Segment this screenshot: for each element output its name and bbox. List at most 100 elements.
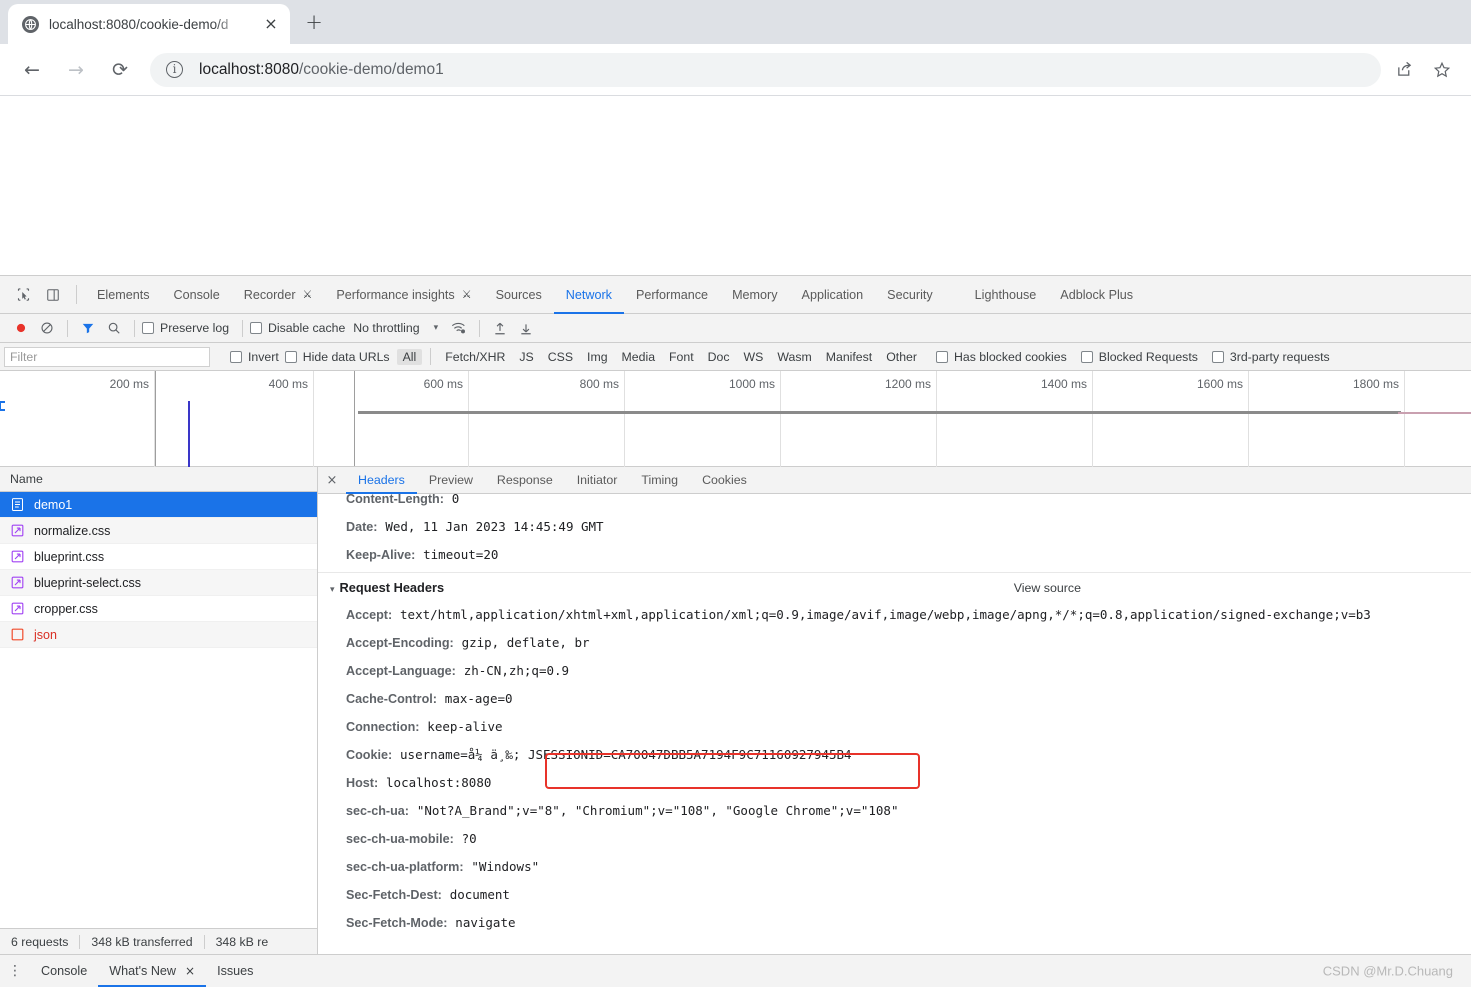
drawer-tab-whats-new[interactable]: What's New × xyxy=(98,955,206,987)
header-key: Connection: xyxy=(346,720,420,734)
filter-type-other[interactable]: Other xyxy=(880,349,923,365)
document-icon xyxy=(10,497,25,512)
request-row-json[interactable]: json xyxy=(0,622,317,648)
tab-performance-insights[interactable]: Performance insights ⚔ xyxy=(324,276,483,313)
tab-network[interactable]: Network xyxy=(553,276,625,314)
tab-elements[interactable]: Elements xyxy=(85,276,162,313)
filter-type-js[interactable]: JS xyxy=(513,349,539,365)
close-icon[interactable]: × xyxy=(262,15,280,33)
filter-funnel-icon[interactable] xyxy=(75,316,101,340)
request-row-demo1[interactable]: demo1 xyxy=(0,492,317,518)
network-conditions-icon[interactable] xyxy=(446,316,472,340)
request-row-blueprint-css[interactable]: blueprint.css xyxy=(0,544,317,570)
header-row-accept-encoding[interactable]: Accept-Encoding: gzip, deflate, br xyxy=(318,629,1471,657)
site-info-icon[interactable]: i xyxy=(166,61,183,78)
detail-tab-response[interactable]: Response xyxy=(485,467,565,493)
filter-type-doc[interactable]: Doc xyxy=(702,349,736,365)
forward-icon[interactable]: → xyxy=(60,54,92,86)
request-headers-section-title[interactable]: ▾ Request Headers View source xyxy=(318,572,1471,601)
view-source-link[interactable]: View source xyxy=(1014,581,1081,595)
throttling-select[interactable]: No throttling ▾ xyxy=(353,321,438,335)
preserve-log-checkbox[interactable]: Preserve log xyxy=(142,321,229,335)
request-row-normalize-css[interactable]: normalize.css xyxy=(0,518,317,544)
header-row[interactable]: Keep-Alive: timeout=20 xyxy=(318,541,1471,569)
new-tab-button[interactable]: + xyxy=(300,9,328,37)
header-row-host[interactable]: Host: localhost:8080 xyxy=(318,769,1471,797)
search-icon[interactable] xyxy=(101,316,127,340)
network-overview-timeline[interactable]: 200 ms 400 ms 600 ms 800 ms 1000 ms 1200… xyxy=(0,371,1471,467)
invert-checkbox[interactable]: Invert xyxy=(230,350,279,364)
filter-type-font[interactable]: Font xyxy=(663,349,700,365)
tab-sources[interactable]: Sources xyxy=(484,276,554,313)
share-icon[interactable] xyxy=(1389,55,1419,85)
request-row-cropper-css[interactable]: cropper.css xyxy=(0,596,317,622)
header-row-sec-fetch-mode[interactable]: Sec-Fetch-Mode: navigate xyxy=(318,909,1471,937)
hide-data-urls-checkbox[interactable]: Hide data URLs xyxy=(284,350,390,364)
header-row-cookie[interactable]: Cookie: username=å¼ ä¸‰; JSESSIONID=CA70… xyxy=(318,741,1471,769)
third-party-requests-checkbox[interactable]: 3rd-party requests xyxy=(1211,350,1330,364)
tab-security[interactable]: Security xyxy=(875,276,945,313)
detail-tab-initiator[interactable]: Initiator xyxy=(565,467,630,493)
has-blocked-cookies-checkbox[interactable]: Has blocked cookies xyxy=(935,350,1067,364)
request-row-blueprint-select-css[interactable]: blueprint-select.css xyxy=(0,570,317,596)
disable-cache-checkbox[interactable]: Disable cache xyxy=(250,321,345,335)
filter-type-fetch-xhr[interactable]: Fetch/XHR xyxy=(439,349,511,365)
filter-type-all[interactable]: All xyxy=(396,348,423,365)
tab-recorder[interactable]: Recorder ⚔ xyxy=(232,276,325,313)
header-row-sec-ch-ua-platform[interactable]: sec-ch-ua-platform: "Windows" xyxy=(318,853,1471,881)
filter-type-manifest[interactable]: Manifest xyxy=(820,349,878,365)
bookmark-star-icon[interactable] xyxy=(1427,55,1457,85)
tab-lighthouse[interactable]: Lighthouse xyxy=(963,276,1049,313)
filter-type-img[interactable]: Img xyxy=(581,349,614,365)
browser-tab[interactable]: localhost:8080/cookie-demo/d × xyxy=(8,4,290,44)
tab-performance[interactable]: Performance xyxy=(624,276,720,313)
filter-input[interactable]: Filter xyxy=(4,346,210,367)
blocked-requests-checkbox[interactable]: Blocked Requests xyxy=(1080,350,1198,364)
headers-content[interactable]: Content-Length: 0 Date: Wed, 11 Jan 2023… xyxy=(318,494,1471,954)
tab-application[interactable]: Application xyxy=(790,276,876,313)
detail-tab-cookies[interactable]: Cookies xyxy=(690,467,759,493)
clear-button-icon[interactable] xyxy=(34,316,60,340)
detail-tab-preview[interactable]: Preview xyxy=(417,467,485,493)
browser-tabstrip: localhost:8080/cookie-demo/d × + xyxy=(0,0,1471,44)
checkbox-box xyxy=(1080,350,1093,363)
drawer-tab-issues[interactable]: Issues xyxy=(206,955,264,987)
request-list-header[interactable]: Name xyxy=(0,467,317,492)
header-row-sec-ch-ua-mobile[interactable]: sec-ch-ua-mobile: ?0 xyxy=(318,825,1471,853)
timeline-window-grabber[interactable] xyxy=(0,401,5,411)
header-value: document xyxy=(449,887,510,902)
header-row[interactable]: Date: Wed, 11 Jan 2023 14:45:49 GMT xyxy=(318,513,1471,541)
header-row-sec-fetch-dest[interactable]: Sec-Fetch-Dest: document xyxy=(318,881,1471,909)
tab-memory[interactable]: Memory xyxy=(720,276,789,313)
detail-tab-timing[interactable]: Timing xyxy=(629,467,690,493)
header-row-cache-control[interactable]: Cache-Control: max-age=0 xyxy=(318,685,1471,713)
header-row-connection[interactable]: Connection: keep-alive xyxy=(318,713,1471,741)
record-button-icon[interactable] xyxy=(8,316,34,340)
header-row-accept-language[interactable]: Accept-Language: zh-CN,zh;q=0.9 xyxy=(318,657,1471,685)
import-har-icon[interactable] xyxy=(487,316,513,340)
export-har-icon[interactable] xyxy=(513,316,539,340)
close-icon[interactable]: × xyxy=(318,467,346,493)
detail-tab-headers[interactable]: Headers xyxy=(346,467,417,494)
filter-type-css[interactable]: CSS xyxy=(542,349,579,365)
header-value: ?0 xyxy=(461,831,477,846)
tab-console[interactable]: Console xyxy=(162,276,232,313)
inspect-element-icon[interactable] xyxy=(8,276,38,313)
back-icon[interactable]: ← xyxy=(16,54,48,86)
address-bar[interactable]: i localhost:8080/cookie-demo/demo1 xyxy=(150,52,1381,87)
filter-type-ws[interactable]: WS xyxy=(738,349,770,365)
timeline-tick: 200 ms xyxy=(0,371,155,467)
more-options-icon[interactable]: ⋮ xyxy=(0,963,30,979)
reload-icon[interactable]: ⟳ xyxy=(104,54,136,86)
filter-type-media[interactable]: Media xyxy=(616,349,662,365)
close-icon[interactable]: × xyxy=(185,964,195,978)
header-row-accept[interactable]: Accept: text/html,application/xhtml+xml,… xyxy=(318,601,1471,629)
drawer-tab-console[interactable]: Console xyxy=(30,955,98,987)
device-toolbar-icon[interactable] xyxy=(38,276,68,313)
header-row[interactable]: Content-Length: 0 xyxy=(318,494,1471,513)
header-row-sec-ch-ua[interactable]: sec-ch-ua: "Not?A_Brand";v="8", "Chromiu… xyxy=(318,797,1471,825)
checkbox-label: Disable cache xyxy=(268,321,346,335)
tab-adblock-plus[interactable]: Adblock Plus xyxy=(1048,276,1145,313)
checkbox-box xyxy=(935,350,948,363)
filter-type-wasm[interactable]: Wasm xyxy=(771,349,817,365)
